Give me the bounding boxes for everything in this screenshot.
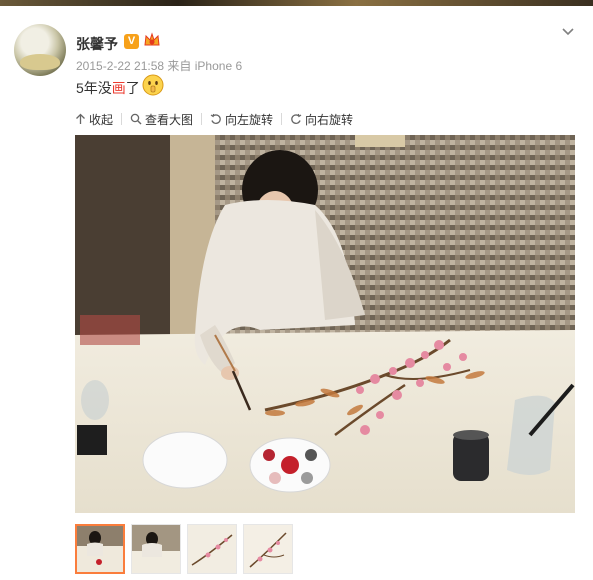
thumbnail-2[interactable]	[131, 524, 181, 574]
rotate-right-icon	[291, 113, 302, 124]
chevron-down-icon[interactable]	[560, 24, 576, 40]
verified-icon[interactable]: V	[124, 34, 139, 49]
member-crown-icon[interactable]	[143, 32, 161, 49]
author-name[interactable]: 张馨予	[76, 34, 118, 54]
post-text-part: 了	[125, 80, 140, 96]
search-icon	[130, 113, 142, 125]
post-text-part: 5年没	[76, 80, 112, 96]
collapse-button[interactable]: 收起	[75, 111, 113, 128]
thumbnail-image	[188, 525, 236, 573]
toolbar-divider	[201, 113, 203, 125]
post-timestamp[interactable]: 2015-2-22 21:58	[76, 59, 164, 73]
post-text: 5年没画了	[76, 78, 140, 98]
post-meta: 2015-2-22 21:58 来自 iPhone 6	[76, 57, 242, 74]
thumbnail-image	[132, 525, 180, 573]
thumbnail-3[interactable]	[187, 524, 237, 574]
collapse-label: 收起	[89, 112, 114, 127]
rotate-right-button[interactable]: 向右旋转	[290, 111, 353, 128]
shush-face-emoji-icon	[142, 74, 164, 96]
rotate-left-icon	[210, 113, 221, 124]
view-large-label: 查看大图	[145, 112, 194, 127]
rotate-right-label: 向右旋转	[305, 112, 354, 127]
thumbnail-strip	[75, 524, 299, 574]
cover-strip	[0, 0, 593, 6]
thumbnail-1[interactable]	[75, 524, 125, 574]
rotate-left-label: 向左旋转	[225, 112, 274, 127]
rotate-left-button[interactable]: 向左旋转	[210, 111, 273, 128]
post-text-highlight[interactable]: 画	[112, 80, 126, 96]
arrow-up-icon	[76, 113, 85, 124]
toolbar-divider	[281, 113, 283, 125]
thumbnail-image	[244, 525, 292, 573]
post-source[interactable]: 来自 iPhone 6	[167, 59, 242, 73]
thumbnail-4[interactable]	[243, 524, 293, 574]
thumbnail-image	[77, 526, 123, 572]
image-toolbar: 收起 查看大图 向左旋转 向右旋转	[75, 110, 357, 128]
view-large-button[interactable]: 查看大图	[130, 111, 193, 128]
toolbar-divider	[121, 113, 123, 125]
avatar[interactable]	[14, 24, 66, 76]
post-photo[interactable]	[75, 135, 575, 513]
